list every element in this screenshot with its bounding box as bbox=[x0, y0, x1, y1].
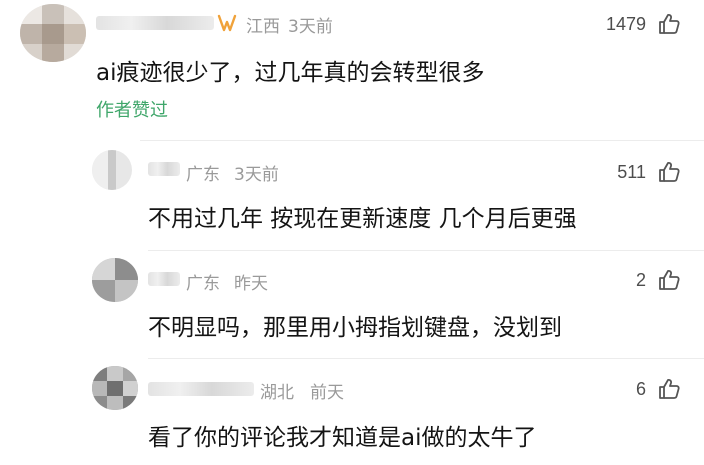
username[interactable] bbox=[96, 16, 214, 30]
username[interactable] bbox=[148, 272, 180, 286]
divider bbox=[140, 140, 704, 141]
reply-text[interactable]: 不用过几年 按现在更新速度 几个月后更强 bbox=[148, 199, 577, 233]
avatar[interactable] bbox=[92, 258, 138, 302]
divider bbox=[148, 358, 704, 359]
reply-location: 湖北 bbox=[260, 383, 294, 403]
reply-location: 广东 bbox=[186, 165, 220, 185]
thumbs-up-icon[interactable] bbox=[657, 160, 681, 184]
vip-badge-icon bbox=[217, 14, 237, 32]
like-count: 1479 bbox=[605, 14, 646, 34]
comment-location: 江西 bbox=[246, 17, 280, 37]
like-count: 6 bbox=[635, 379, 646, 399]
like-count: 2 bbox=[635, 270, 646, 290]
comment-time: 3天前 bbox=[288, 17, 333, 37]
like-count: 511 bbox=[617, 162, 646, 182]
reply-time: 前天 bbox=[310, 383, 344, 403]
avatar[interactable] bbox=[92, 366, 138, 410]
reply-location: 广东 bbox=[186, 274, 220, 294]
thumbs-up-icon[interactable] bbox=[657, 12, 681, 36]
avatar[interactable] bbox=[92, 150, 132, 190]
author-liked-badge: 作者赞过 bbox=[96, 100, 168, 121]
thumbs-up-icon[interactable] bbox=[657, 377, 681, 401]
username[interactable] bbox=[148, 162, 180, 176]
reply-text[interactable]: 看了你的评论我才知道是ai做的太牛了 bbox=[148, 418, 536, 452]
comment-text[interactable]: ai痕迹很少了，过几年真的会转型很多 bbox=[96, 53, 484, 87]
username[interactable] bbox=[148, 382, 254, 396]
thumbs-up-icon[interactable] bbox=[657, 268, 681, 292]
divider bbox=[148, 250, 704, 251]
reply-time: 昨天 bbox=[234, 274, 268, 294]
reply-text[interactable]: 不明显吗，那里用小拇指划键盘，没划到 bbox=[148, 308, 562, 342]
avatar[interactable] bbox=[20, 4, 86, 62]
reply-time: 3天前 bbox=[234, 165, 279, 185]
